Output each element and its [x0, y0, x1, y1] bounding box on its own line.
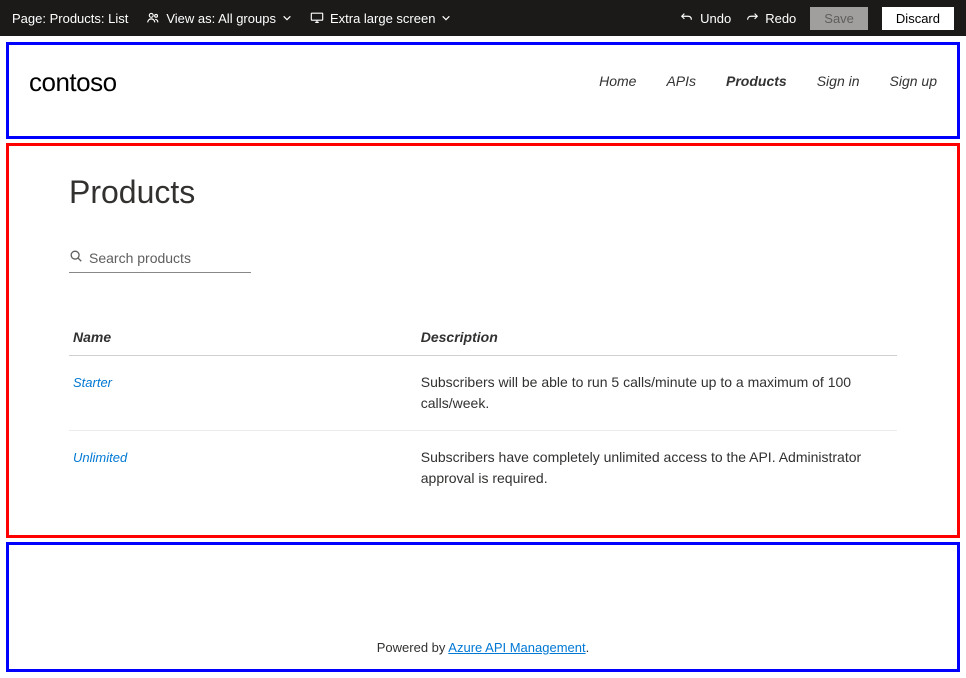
products-table: Name Description Starter Subscribers wil… — [69, 321, 897, 505]
site-header-zone[interactable]: contoso Home APIs Products Sign in Sign … — [6, 42, 960, 139]
search-input[interactable] — [89, 250, 251, 266]
table-row: Unlimited Subscribers have completely un… — [69, 431, 897, 506]
save-button[interactable]: Save — [810, 7, 868, 30]
discard-button[interactable]: Discard — [882, 7, 954, 30]
footer-text: Powered by Azure API Management. — [377, 640, 589, 655]
product-description: Subscribers will be able to run 5 calls/… — [417, 356, 897, 431]
chevron-down-icon — [282, 13, 292, 23]
monitor-icon — [310, 11, 324, 25]
nav-home[interactable]: Home — [599, 73, 636, 89]
nav-apis[interactable]: APIs — [666, 73, 696, 89]
redo-icon — [745, 11, 759, 25]
content-zone[interactable]: Products Name Description Starter Subscr… — [6, 143, 960, 538]
screen-size-label: Extra large screen — [330, 11, 436, 26]
nav-signin[interactable]: Sign in — [817, 73, 860, 89]
nav-signup[interactable]: Sign up — [890, 73, 937, 89]
brand-logo[interactable]: contoso — [29, 67, 117, 98]
screen-size-dropdown[interactable]: Extra large screen — [310, 11, 452, 26]
table-row: Starter Subscribers will be able to run … — [69, 356, 897, 431]
site-footer-zone[interactable]: Powered by Azure API Management. — [6, 542, 960, 672]
view-as-dropdown[interactable]: View as: All groups — [146, 11, 292, 26]
footer-suffix: . — [586, 640, 590, 655]
chevron-down-icon — [441, 13, 451, 23]
product-description: Subscribers have completely unlimited ac… — [417, 431, 897, 506]
people-icon — [146, 11, 160, 25]
search-icon — [69, 249, 83, 266]
undo-button[interactable]: Undo — [680, 11, 731, 26]
product-link-starter[interactable]: Starter — [73, 375, 112, 390]
main-nav: Home APIs Products Sign in Sign up — [599, 73, 937, 89]
editor-toolbar: Page: Products: List View as: All groups… — [0, 0, 966, 36]
redo-button[interactable]: Redo — [745, 11, 796, 26]
view-as-label: View as: All groups — [166, 11, 276, 26]
redo-label: Redo — [765, 11, 796, 26]
footer-link[interactable]: Azure API Management — [448, 640, 585, 655]
col-description: Description — [417, 321, 897, 356]
page-breadcrumb: Page: Products: List — [12, 11, 128, 26]
undo-icon — [680, 11, 694, 25]
search-field[interactable] — [69, 249, 251, 273]
undo-label: Undo — [700, 11, 731, 26]
footer-prefix: Powered by — [377, 640, 449, 655]
product-link-unlimited[interactable]: Unlimited — [73, 450, 127, 465]
col-name: Name — [69, 321, 417, 356]
nav-products[interactable]: Products — [726, 73, 787, 89]
page-title: Products — [69, 174, 897, 211]
